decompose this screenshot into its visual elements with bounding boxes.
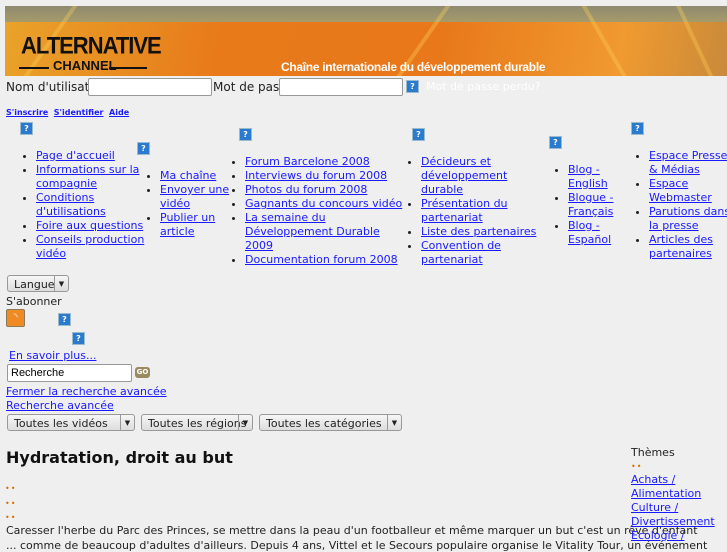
filter-value: Toutes les régions bbox=[148, 417, 247, 430]
nav-link[interactable]: Blogue - Français bbox=[568, 191, 614, 218]
advanced-search-link[interactable]: Recherche avancée bbox=[6, 399, 114, 412]
learn-more-link[interactable]: En savoir plus... bbox=[9, 349, 96, 362]
help-icon[interactable]: ? bbox=[412, 128, 425, 141]
nav-column-6: Espace Presse & Médias Espace Webmaster … bbox=[635, 149, 727, 261]
chevron-down-icon: ▼ bbox=[387, 415, 401, 430]
chevron-down-icon: ▼ bbox=[54, 276, 68, 291]
nav-link[interactable]: Interviews du forum 2008 bbox=[245, 169, 387, 182]
separator: •• bbox=[5, 499, 17, 508]
help-link[interactable]: Aide bbox=[109, 108, 129, 117]
article-body-line: Caresser l'herbe du Parc des Princes, se… bbox=[6, 524, 698, 537]
nav-link[interactable]: Parutions dans la presse bbox=[649, 205, 727, 232]
filter-value: Toutes les vidéos bbox=[14, 417, 108, 430]
nav-link[interactable]: Envoyer une vidéo bbox=[160, 183, 229, 210]
nav-link[interactable]: Documentation forum 2008 bbox=[245, 253, 398, 266]
article-body-line: ... comme de beaucoup d'adultes d'ailleu… bbox=[6, 539, 708, 552]
nav-link[interactable]: Gagnants du concours vidéo bbox=[245, 197, 402, 210]
nav-link[interactable]: Présentation du partenariat bbox=[421, 197, 508, 224]
close-advanced-search-link[interactable]: Fermer la recherche avancée bbox=[6, 385, 167, 398]
nav-link[interactable]: Conseils production vidéo bbox=[36, 233, 144, 260]
regions-filter-select[interactable]: Toutes les régions ▼ bbox=[141, 414, 253, 431]
nav-link[interactable]: La semaine du Développement Durable 2009 bbox=[245, 211, 380, 252]
help-icon[interactable]: ? bbox=[72, 332, 85, 345]
filter-value: Toutes les catégories bbox=[266, 417, 382, 430]
lost-password-link[interactable]: Mot de passe perdu? bbox=[426, 80, 541, 93]
subscribe-label: S'abonner bbox=[6, 295, 62, 308]
themes-list: Achats / Alimentation Culture / Divertis… bbox=[631, 473, 721, 543]
nav-link[interactable]: Blog - English bbox=[568, 163, 608, 190]
username-input[interactable] bbox=[88, 78, 212, 96]
nav-link[interactable]: Informations sur la compagnie bbox=[36, 163, 139, 190]
separator: •• bbox=[5, 484, 17, 493]
nav-link[interactable]: Convention de partenariat bbox=[421, 239, 501, 266]
nav-column-4: Décideurs et développement durable Prése… bbox=[407, 155, 551, 267]
tagline: Chaîne internationale du développement d… bbox=[281, 60, 546, 74]
chevron-down-icon: ▼ bbox=[120, 415, 134, 430]
nav-link[interactable]: Espace Presse & Médias bbox=[649, 149, 727, 176]
nav-link[interactable]: Décideurs et développement durable bbox=[421, 155, 507, 196]
account-links: S'inscrire S'identifier Aide bbox=[6, 108, 129, 117]
nav-link[interactable]: Forum Barcelone 2008 bbox=[245, 155, 370, 168]
nav-link[interactable]: Blog - Español bbox=[568, 219, 611, 246]
help-icon[interactable]: ? bbox=[549, 136, 562, 149]
logo: ALTERNATIVE bbox=[21, 31, 162, 60]
nav-link[interactable]: Liste des partenaires bbox=[421, 225, 536, 238]
nav-link[interactable]: Articles des partenaires bbox=[649, 233, 713, 260]
help-icon[interactable]: ? bbox=[137, 142, 150, 155]
login-link[interactable]: S'identifier bbox=[54, 108, 104, 117]
nav-link[interactable]: Foire aux questions bbox=[36, 219, 143, 232]
theme-link[interactable]: Ecologie / bbox=[631, 529, 685, 542]
help-icon[interactable]: ? bbox=[239, 128, 252, 141]
chevron-down-icon: ▼ bbox=[238, 415, 252, 430]
themes-title: Thèmes bbox=[631, 446, 675, 459]
nav-column-5: Blog - English Blogue - Français Blog - … bbox=[554, 163, 626, 247]
help-icon[interactable]: ? bbox=[20, 122, 33, 135]
language-select[interactable]: Langue ▼ bbox=[7, 275, 69, 292]
article-title: Hydratation, droit au but bbox=[6, 448, 233, 467]
nav-column-1: Page d'accueil Informations sur la compa… bbox=[22, 149, 146, 261]
header-banner: ALTERNATIVE CHANNEL Chaîne international… bbox=[5, 6, 727, 76]
help-icon[interactable]: ? bbox=[631, 122, 644, 135]
nav-link[interactable]: Ma chaîne bbox=[160, 169, 216, 182]
nav-link[interactable]: Publier un article bbox=[160, 211, 215, 238]
help-icon[interactable]: ? bbox=[58, 313, 71, 326]
nav-link[interactable]: Photos du forum 2008 bbox=[245, 183, 367, 196]
logo-sub: CHANNEL bbox=[53, 58, 117, 73]
language-value: Langue bbox=[14, 278, 55, 291]
categories-filter-select[interactable]: Toutes les catégories ▼ bbox=[259, 414, 402, 431]
nav-column-3: Forum Barcelone 2008 Interviews du forum… bbox=[231, 155, 410, 267]
nav-column-2: Ma chaîne Envoyer une vidéo Publier un a… bbox=[146, 169, 232, 239]
videos-filter-select[interactable]: Toutes les vidéos ▼ bbox=[7, 414, 135, 431]
separator: •• bbox=[5, 513, 17, 522]
search-input[interactable] bbox=[7, 364, 132, 382]
theme-link[interactable]: Culture / Divertissement bbox=[631, 501, 715, 528]
password-input[interactable] bbox=[279, 78, 403, 96]
nav-link[interactable]: Espace Webmaster bbox=[649, 177, 712, 204]
register-link[interactable]: S'inscrire bbox=[6, 108, 48, 117]
theme-link[interactable]: Achats / Alimentation bbox=[631, 473, 701, 500]
nav-link[interactable]: Conditions d'utilisations bbox=[36, 191, 106, 218]
help-icon[interactable]: ? bbox=[406, 80, 419, 93]
search-go-button[interactable]: GO bbox=[135, 367, 150, 378]
rss-icon[interactable]: ◝ bbox=[6, 309, 25, 327]
separator: •• bbox=[631, 462, 643, 471]
nav-link[interactable]: Page d'accueil bbox=[36, 149, 115, 162]
